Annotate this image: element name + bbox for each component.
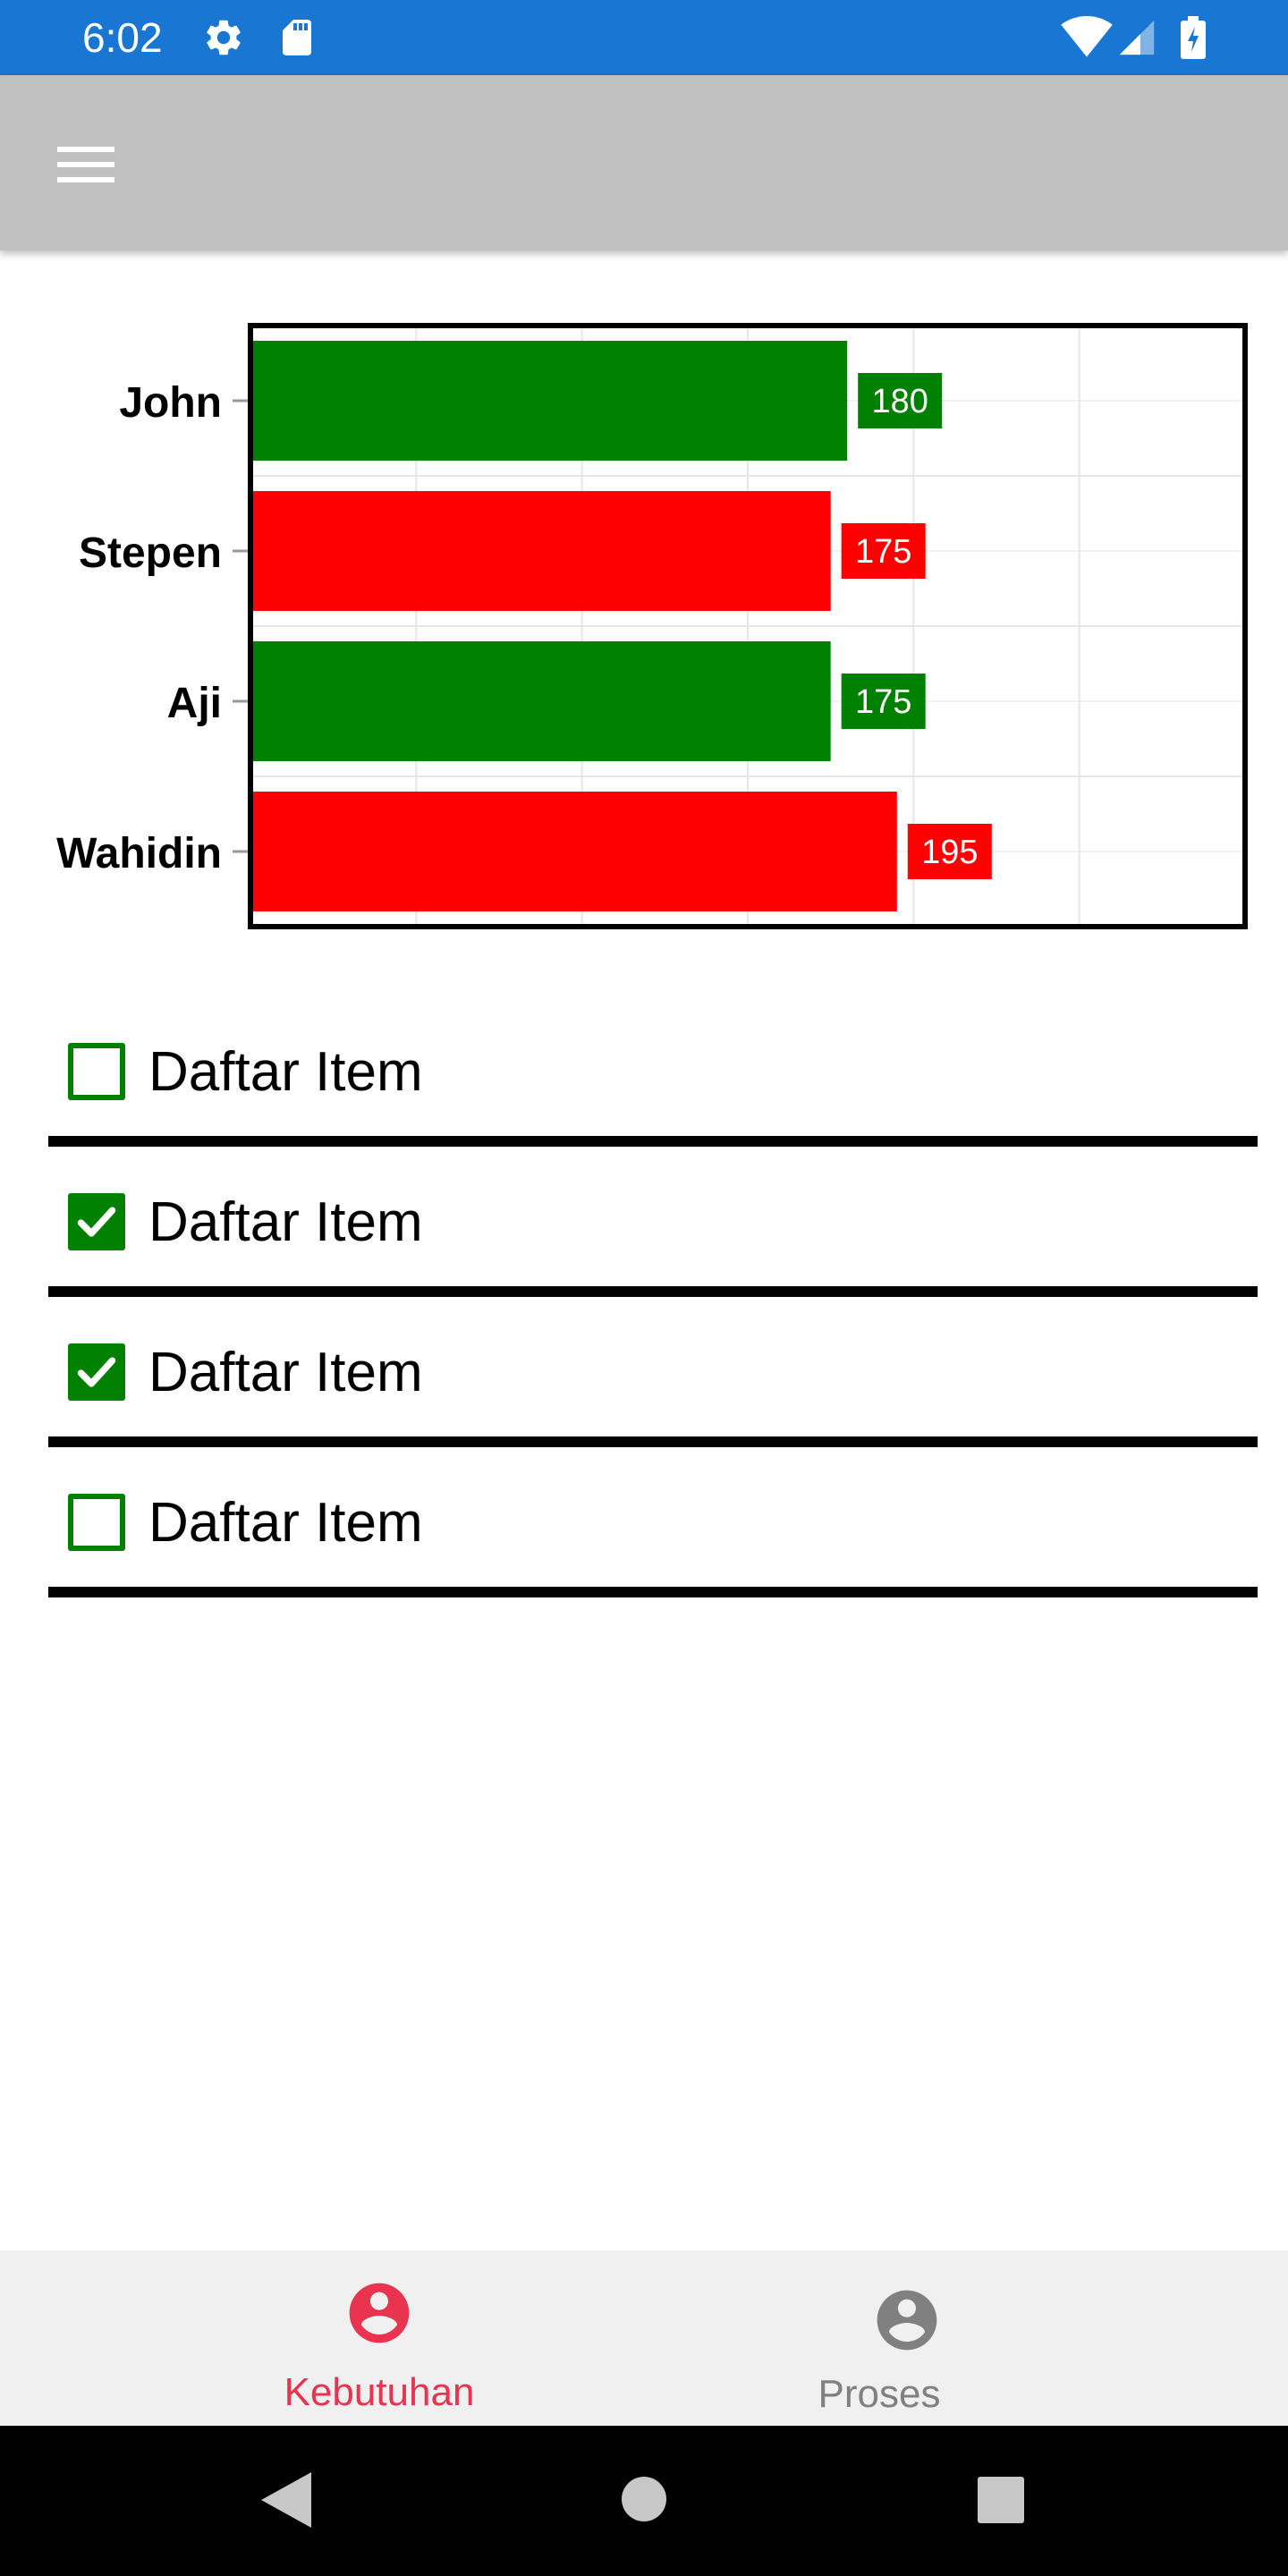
back-icon[interactable] [256, 2469, 315, 2531]
bar-john [252, 341, 848, 461]
status-time: 6:02 [82, 14, 163, 61]
y-tick-label: Stepen [79, 530, 222, 577]
wifi-icon [1061, 16, 1113, 57]
data-label: 180 [871, 383, 928, 420]
tab-kebutuhan[interactable]: Kebutuhan [0, 2250, 644, 2426]
account-circle-icon [877, 2290, 937, 2351]
list-item-label: Daftar Item [148, 1191, 423, 1253]
battery-charging-icon [1181, 16, 1206, 59]
bar-chart: John 180 Stepen 175 Aji 175 Wahidin 195 [56, 323, 1248, 929]
tab-proses[interactable]: Proses [644, 2250, 1288, 2426]
tab-proses-label: Proses [818, 2372, 941, 2416]
bar-wahidin [252, 792, 897, 911]
sd-card-icon [283, 20, 311, 55]
app-bar [0, 75, 1288, 250]
data-label: 175 [855, 533, 911, 571]
account-circle-icon [349, 2283, 410, 2343]
y-tick-label: John [119, 379, 222, 427]
data-label: 195 [921, 834, 978, 871]
home-icon[interactable] [621, 2476, 667, 2522]
settings-icon [207, 20, 241, 55]
bar-aji [252, 641, 831, 761]
recents-icon[interactable] [977, 2476, 1025, 2524]
list-item[interactable]: Daftar Item [48, 1297, 1258, 1447]
tab-kebutuhan-label: Kebutuhan [284, 2370, 475, 2414]
status-bar: 6:02 [0, 0, 1288, 75]
list-item[interactable]: Daftar Item [48, 996, 1258, 1147]
bottom-navigation: Kebutuhan Proses [0, 2250, 1288, 2426]
checkbox-checked[interactable] [68, 1343, 125, 1401]
list-item[interactable]: Daftar Item [48, 1147, 1258, 1297]
y-tick-label: Aji [167, 680, 222, 727]
checklist: Daftar Item Daftar Item Daftar Item Daftar … [48, 996, 1258, 1597]
system-navigation-bar [0, 2426, 1288, 2576]
checkbox-checked[interactable] [68, 1193, 125, 1250]
list-item-label: Daftar Item [148, 1041, 423, 1103]
list-item[interactable]: Daftar Item [48, 1447, 1258, 1597]
checkbox-unchecked[interactable] [68, 1494, 125, 1551]
checkmark-icon [77, 1207, 116, 1237]
signal-icon [1119, 20, 1155, 55]
bar-stepen [252, 491, 831, 611]
data-label: 175 [855, 683, 911, 721]
checkbox-unchecked[interactable] [68, 1043, 125, 1100]
hamburger-menu-icon[interactable] [50, 138, 122, 191]
list-item-label: Daftar Item [148, 1342, 423, 1403]
checkmark-icon [77, 1357, 116, 1387]
list-item-label: Daftar Item [148, 1492, 423, 1554]
y-tick-label: Wahidin [56, 830, 222, 877]
